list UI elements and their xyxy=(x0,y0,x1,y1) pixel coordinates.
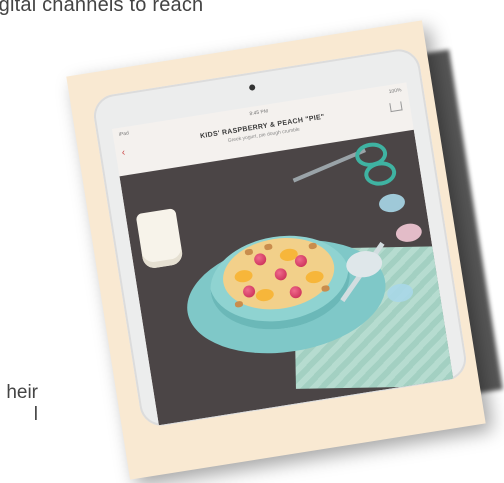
paper-flower xyxy=(377,192,407,214)
tablet-device: iPad 8:45 PM 100% ‹ KIDS' RASPBERRY & PE… xyxy=(90,46,470,429)
recipe-photo xyxy=(119,129,454,426)
milk-glass xyxy=(135,208,184,270)
camera-icon xyxy=(248,84,256,91)
tablet-screen: iPad 8:45 PM 100% ‹ KIDS' RASPBERRY & PE… xyxy=(111,82,454,426)
share-icon[interactable] xyxy=(389,101,403,113)
paper-flower xyxy=(394,221,424,244)
photo-scene: iPad 8:45 PM 100% ‹ KIDS' RASPBERRY & PE… xyxy=(0,0,504,483)
status-battery: 100% xyxy=(388,87,402,96)
status-carrier: iPad xyxy=(118,130,130,138)
status-time: 8:45 PM xyxy=(249,108,269,118)
